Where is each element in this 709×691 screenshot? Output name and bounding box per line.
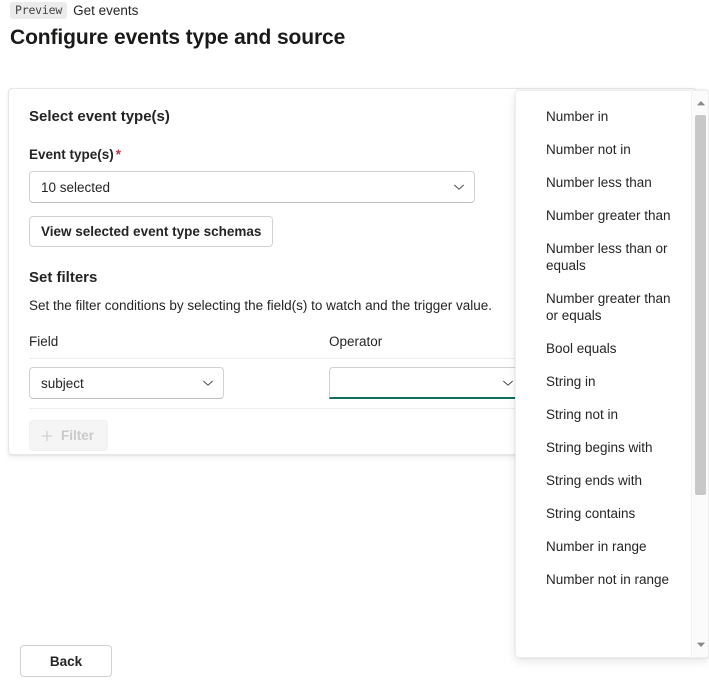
add-filter-button[interactable]: Filter [29,420,108,451]
operator-option[interactable]: String ends with [516,464,692,497]
column-header-field: Field [29,333,329,351]
field-value: subject [41,376,201,391]
operator-option[interactable]: Number not in range [516,563,692,596]
event-type-value: 10 selected [41,180,452,195]
breadcrumb-item-get-events[interactable]: Get events [73,2,138,19]
field-cell: subject [29,367,329,399]
back-button[interactable]: Back [20,645,112,677]
operator-option[interactable]: Number less than or equals [516,232,692,282]
operator-option[interactable]: Number less than [516,166,692,199]
operator-option[interactable]: Number greater than or equals [516,282,692,332]
chevron-down-icon [501,376,515,390]
operator-option[interactable]: String contains [516,497,692,530]
page-header: Preview Get events Configure events type… [10,2,700,51]
column-header-operator: Operator [329,333,382,351]
scroll-down-arrow-icon[interactable] [692,636,709,653]
preview-badge: Preview [10,2,67,19]
operator-option[interactable]: Number in [516,100,692,133]
operator-option[interactable]: String not in [516,398,692,431]
operator-option[interactable]: Number greater than [516,199,692,232]
operator-dropdown-panel: Number inNumber not inNumber less thanNu… [515,90,709,658]
add-filter-label: Filter [61,428,94,443]
operator-option[interactable]: Bool equals [516,332,692,365]
chevron-down-icon [201,376,215,390]
operator-dropdown-list: Number inNumber not inNumber less thanNu… [516,91,692,606]
dropdown-scrollbar[interactable] [691,91,708,657]
operator-option[interactable]: String in [516,365,692,398]
operator-option[interactable]: Number in range [516,530,692,563]
operator-combobox[interactable] [329,367,524,399]
operator-option[interactable]: String begins with [516,431,692,464]
scrollbar-thumb[interactable] [695,115,706,495]
event-type-combobox[interactable]: 10 selected [29,171,475,203]
field-combobox[interactable]: subject [29,367,224,399]
breadcrumb: Preview Get events [10,2,700,19]
required-asterisk-icon: * [116,147,121,162]
view-selected-event-type-schemas-button[interactable]: View selected event type schemas [29,216,273,247]
scroll-up-arrow-icon[interactable] [692,95,709,112]
operator-option[interactable]: Number not in [516,133,692,166]
chevron-down-icon [452,180,466,194]
event-type-label-text: Event type(s) [29,147,114,162]
plus-icon [40,429,54,443]
operator-cell [329,367,524,399]
page-title: Configure events type and source [10,24,700,51]
